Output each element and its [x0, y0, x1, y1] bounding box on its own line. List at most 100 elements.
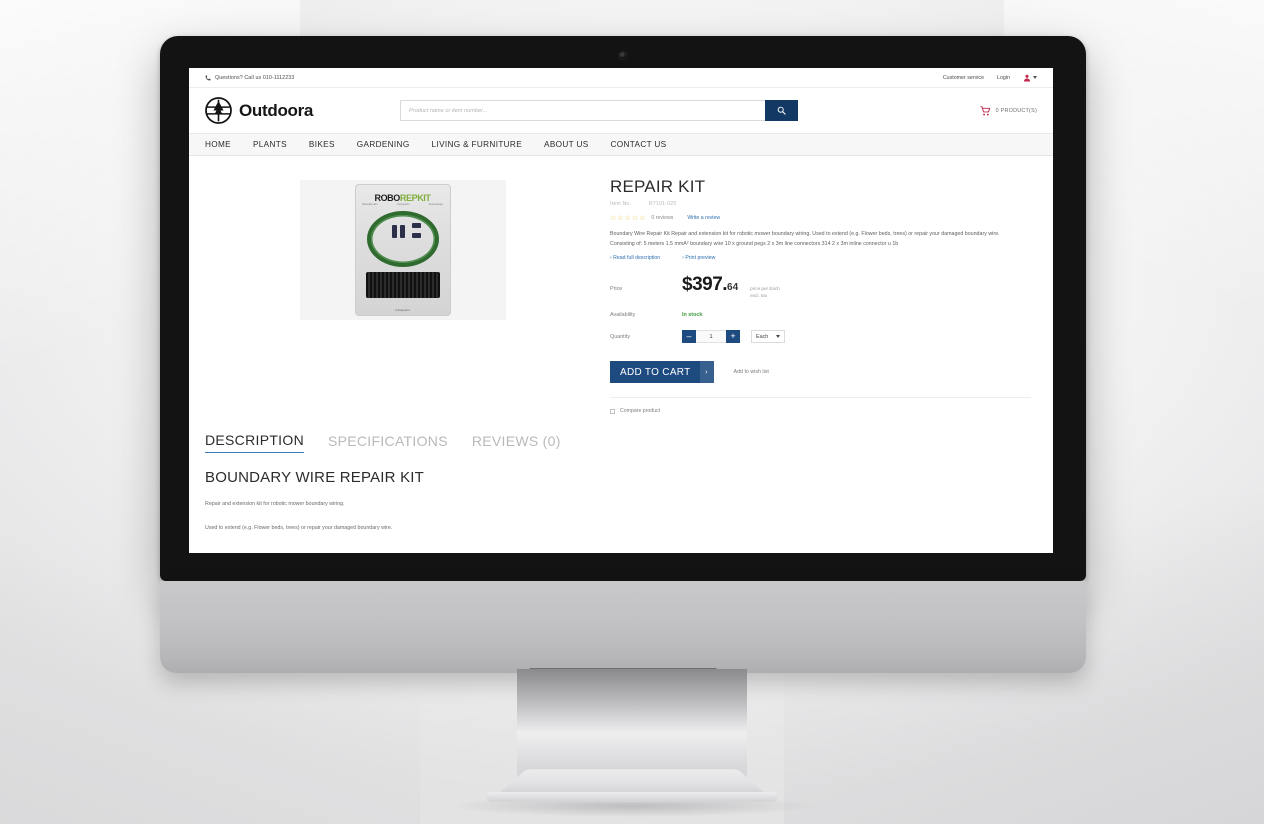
packaging-brand: ROBOREPKIT	[356, 193, 450, 203]
utility-links: Customer service Login	[943, 74, 1037, 82]
packaging-brand-part-1: ROBO	[374, 193, 400, 203]
product-rating: ☆☆☆☆☆ 0 reviews Write a review	[610, 214, 1031, 222]
chevron-down-icon	[1033, 76, 1037, 79]
quantity-row: Quantity – + Each	[610, 330, 1031, 344]
nav-item-living-furniture[interactable]: LIVING & FURNITURE	[432, 140, 534, 149]
packaging-footer: robioparts	[394, 308, 411, 312]
main-navigation: HOME PLANTS BIKES GARDENING LIVING & FUR…	[189, 133, 1053, 156]
price-row: Price $397. 64 price per Each excl. tax	[610, 274, 1031, 300]
cart-count-label: 0 PRODUCT(S)	[995, 107, 1037, 114]
monitor-screen: Questions? Call us 010-1112233 Customer …	[189, 68, 1053, 553]
phone-text: Questions? Call us 010-1112233	[215, 74, 295, 81]
header-bar: Outdoora Product name or item number... …	[189, 88, 1053, 133]
description-heading: BOUNDARY WIRE REPAIR KIT	[205, 469, 425, 487]
price-cents: 64	[727, 282, 739, 294]
cart-summary[interactable]: 0 PRODUCT(S)	[979, 105, 1037, 116]
utility-bar: Questions? Call us 010-1112233 Customer …	[189, 68, 1053, 88]
compare-product-checkbox[interactable]	[610, 408, 615, 414]
description-paragraph-1: Repair and extension kit for robotic mow…	[205, 501, 345, 508]
price-tax-note: excl. tax	[750, 293, 768, 299]
item-no-value: R7101-020	[649, 200, 677, 207]
nav-item-gardening[interactable]: GARDENING	[357, 140, 422, 149]
add-to-cart-button[interactable]: ADD TO CART ›	[610, 361, 714, 384]
outdoora-logo-icon	[205, 97, 232, 124]
availability-row: Availability In stock	[610, 312, 1031, 318]
description-paragraph-2: Used to extend (e.g. Flower beds, trees)…	[205, 524, 393, 531]
unit-select[interactable]: Each	[751, 330, 786, 344]
chevron-down-icon	[776, 335, 781, 339]
packaging-brand-part-2: REPKIT	[399, 193, 431, 203]
quantity-input[interactable]	[696, 330, 726, 344]
nav-item-contact-us[interactable]: CONTACT US	[611, 140, 679, 149]
ground-pegs	[365, 272, 440, 298]
chevron-right-icon: ›	[699, 361, 714, 384]
product-image[interactable]: ROBOREPKIT Boundary wire Connectors Grou…	[299, 180, 506, 320]
price-label: Price	[610, 286, 623, 293]
write-review-link[interactable]: Write a review	[687, 215, 720, 221]
price-note: price per Each excl. tax	[750, 286, 780, 300]
product-gallery: ROBOREPKIT Boundary wire Connectors Grou…	[205, 178, 600, 414]
print-preview-link[interactable]: › Print preview	[682, 255, 715, 261]
product-info: REPAIR KIT Item No. R7101-020 ☆☆☆☆☆ 0 re…	[610, 177, 1037, 414]
price-value: $397.	[682, 274, 728, 296]
quantity-decrease-button[interactable]: –	[682, 330, 696, 344]
monitor-bezel: Questions? Call us 010-1112233 Customer …	[160, 36, 1086, 581]
add-to-wish-list-link[interactable]: Add to wish list	[734, 369, 769, 375]
add-to-cart-label: ADD TO CART	[620, 366, 691, 378]
search-button[interactable]	[765, 100, 798, 121]
product-tabs: DESCRIPTION SPECIFICATIONS REVIEWS (0)	[189, 414, 1053, 454]
website: Questions? Call us 010-1112233 Customer …	[189, 68, 1053, 534]
compare-product-row: Compare product	[610, 397, 1031, 414]
quantity-label: Quantity	[610, 333, 631, 340]
packaging-sub-3: Ground pegs	[428, 203, 443, 206]
search-input[interactable]	[400, 100, 765, 121]
search-bar	[400, 100, 798, 121]
star-rating-icon: ☆☆☆☆☆	[610, 214, 647, 222]
review-count: 0 reviews	[651, 214, 674, 221]
tab-specifications[interactable]: SPECIFICATIONS	[328, 433, 448, 453]
product-item-number: Item No. R7101-020	[610, 201, 1031, 207]
packaging-subtitles: Boundary wire Connectors Ground pegs	[363, 203, 443, 206]
tab-reviews[interactable]: REVIEWS (0)	[472, 433, 561, 453]
product-title: REPAIR KIT	[610, 177, 706, 196]
monitor-chin	[160, 581, 1086, 678]
brand-logo[interactable]: Outdoora	[205, 97, 400, 124]
availability-label: Availability	[610, 312, 636, 319]
login-link[interactable]: Login	[997, 75, 1010, 81]
nav-item-home[interactable]: HOME	[205, 140, 243, 149]
user-icon	[1023, 74, 1031, 82]
connector-part	[391, 225, 397, 238]
brand-name: Outdoora	[239, 100, 314, 120]
monitor-stand-base	[487, 792, 777, 802]
nav-item-plants[interactable]: PLANTS	[253, 140, 299, 149]
price-per-unit: price per Each	[750, 286, 780, 292]
customer-service-link[interactable]: Customer service	[943, 75, 984, 81]
product-short-description: Boundary Wire Repair Kit Repair and exte…	[610, 230, 1000, 248]
shopping-cart-icon	[979, 105, 991, 116]
nav-item-about-us[interactable]: ABOUT US	[544, 140, 601, 149]
boundary-wire-coil	[366, 211, 439, 267]
compare-product-label: Compare product	[620, 408, 661, 415]
cart-actions: ADD TO CART › Add to wish list	[610, 361, 1031, 384]
unit-select-value: Each	[756, 333, 769, 340]
tab-panel-description: BOUNDARY WIRE REPAIR KIT Repair and exte…	[189, 453, 1053, 533]
nav-item-bikes[interactable]: BIKES	[309, 140, 347, 149]
phone-icon	[205, 74, 211, 81]
phone-contact: Questions? Call us 010-1112233	[205, 75, 294, 81]
read-full-description-link[interactable]: › Read full description	[610, 255, 660, 261]
search-icon	[777, 103, 786, 118]
item-no-label: Item No.	[610, 200, 632, 207]
status-badge: In stock	[682, 312, 703, 319]
connector-part	[411, 223, 421, 228]
connector-part	[399, 225, 405, 238]
packaging-sub-1: Boundary wire	[362, 203, 378, 206]
packaging-sub-2: Connectors	[397, 203, 410, 206]
product-links: › Read full description › Print preview	[610, 255, 1031, 261]
account-menu[interactable]	[1023, 74, 1037, 82]
quantity-stepper: – +	[682, 330, 740, 344]
product-detail: ROBOREPKIT Boundary wire Connectors Grou…	[189, 156, 1053, 414]
webcam-icon	[619, 52, 627, 59]
product-packaging: ROBOREPKIT Boundary wire Connectors Grou…	[354, 184, 451, 316]
tab-description[interactable]: DESCRIPTION	[205, 432, 304, 454]
quantity-increase-button[interactable]: +	[726, 330, 740, 344]
